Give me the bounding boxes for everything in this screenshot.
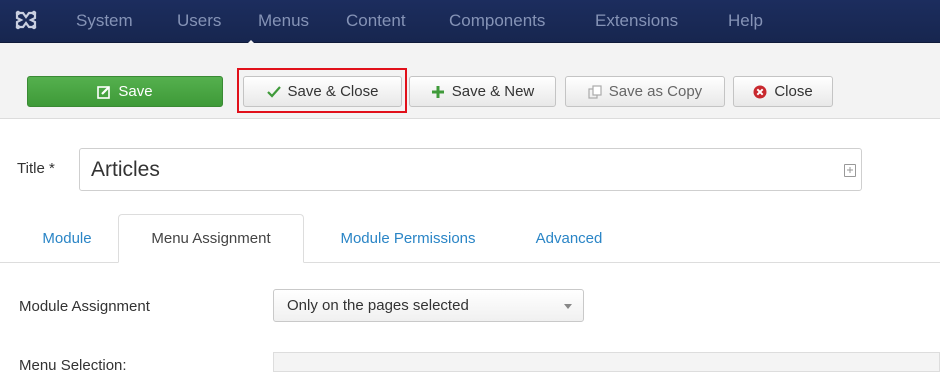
menu-selection-label: Menu Selection: bbox=[19, 357, 127, 374]
save-new-button-label: Save & New bbox=[451, 83, 535, 100]
close-circle-icon bbox=[753, 85, 767, 99]
chevron-down-icon bbox=[564, 304, 572, 309]
close-button[interactable]: Close bbox=[733, 76, 833, 107]
top-navbar: System Users Menus Content Components Ex… bbox=[0, 0, 940, 45]
nav-users[interactable]: Users bbox=[177, 11, 221, 31]
toolbar: Save Save & Close Save & New Save as Cop… bbox=[0, 43, 940, 119]
module-assignment-select[interactable]: Only on the pages selected bbox=[273, 289, 584, 322]
highlight-box bbox=[237, 68, 407, 113]
nav-extensions[interactable]: Extensions bbox=[595, 11, 678, 31]
nav-components[interactable]: Components bbox=[449, 11, 545, 31]
joomla-logo-icon[interactable] bbox=[14, 9, 38, 31]
menu-selection-panel bbox=[273, 352, 940, 372]
save-button[interactable]: Save bbox=[27, 76, 223, 107]
edit-icon bbox=[97, 85, 111, 99]
save-as-copy-button[interactable]: Save as Copy bbox=[565, 76, 725, 107]
nav-system[interactable]: System bbox=[76, 11, 133, 31]
tab-bar: Module Menu Assignment Module Permission… bbox=[0, 214, 940, 263]
field-options-icon[interactable] bbox=[844, 164, 856, 177]
title-input[interactable] bbox=[91, 157, 831, 183]
tab-module[interactable]: Module bbox=[24, 214, 110, 262]
plus-icon bbox=[431, 85, 445, 99]
save-button-label: Save bbox=[118, 83, 153, 100]
close-button-label: Close bbox=[774, 83, 813, 100]
title-label: Title * bbox=[17, 160, 55, 177]
tab-advanced[interactable]: Advanced bbox=[516, 214, 622, 262]
tab-menu-assignment[interactable]: Menu Assignment bbox=[118, 214, 304, 263]
tab-module-permissions[interactable]: Module Permissions bbox=[312, 214, 504, 262]
module-assignment-label: Module Assignment bbox=[19, 298, 150, 315]
nav-help[interactable]: Help bbox=[728, 11, 763, 31]
copy-icon bbox=[588, 84, 602, 99]
save-as-copy-button-label: Save as Copy bbox=[608, 83, 703, 100]
save-new-button[interactable]: Save & New bbox=[409, 76, 556, 107]
nav-content[interactable]: Content bbox=[346, 11, 406, 31]
nav-menus[interactable]: Menus bbox=[258, 11, 309, 31]
module-assignment-value: Only on the pages selected bbox=[287, 297, 469, 314]
title-field[interactable] bbox=[79, 148, 862, 191]
